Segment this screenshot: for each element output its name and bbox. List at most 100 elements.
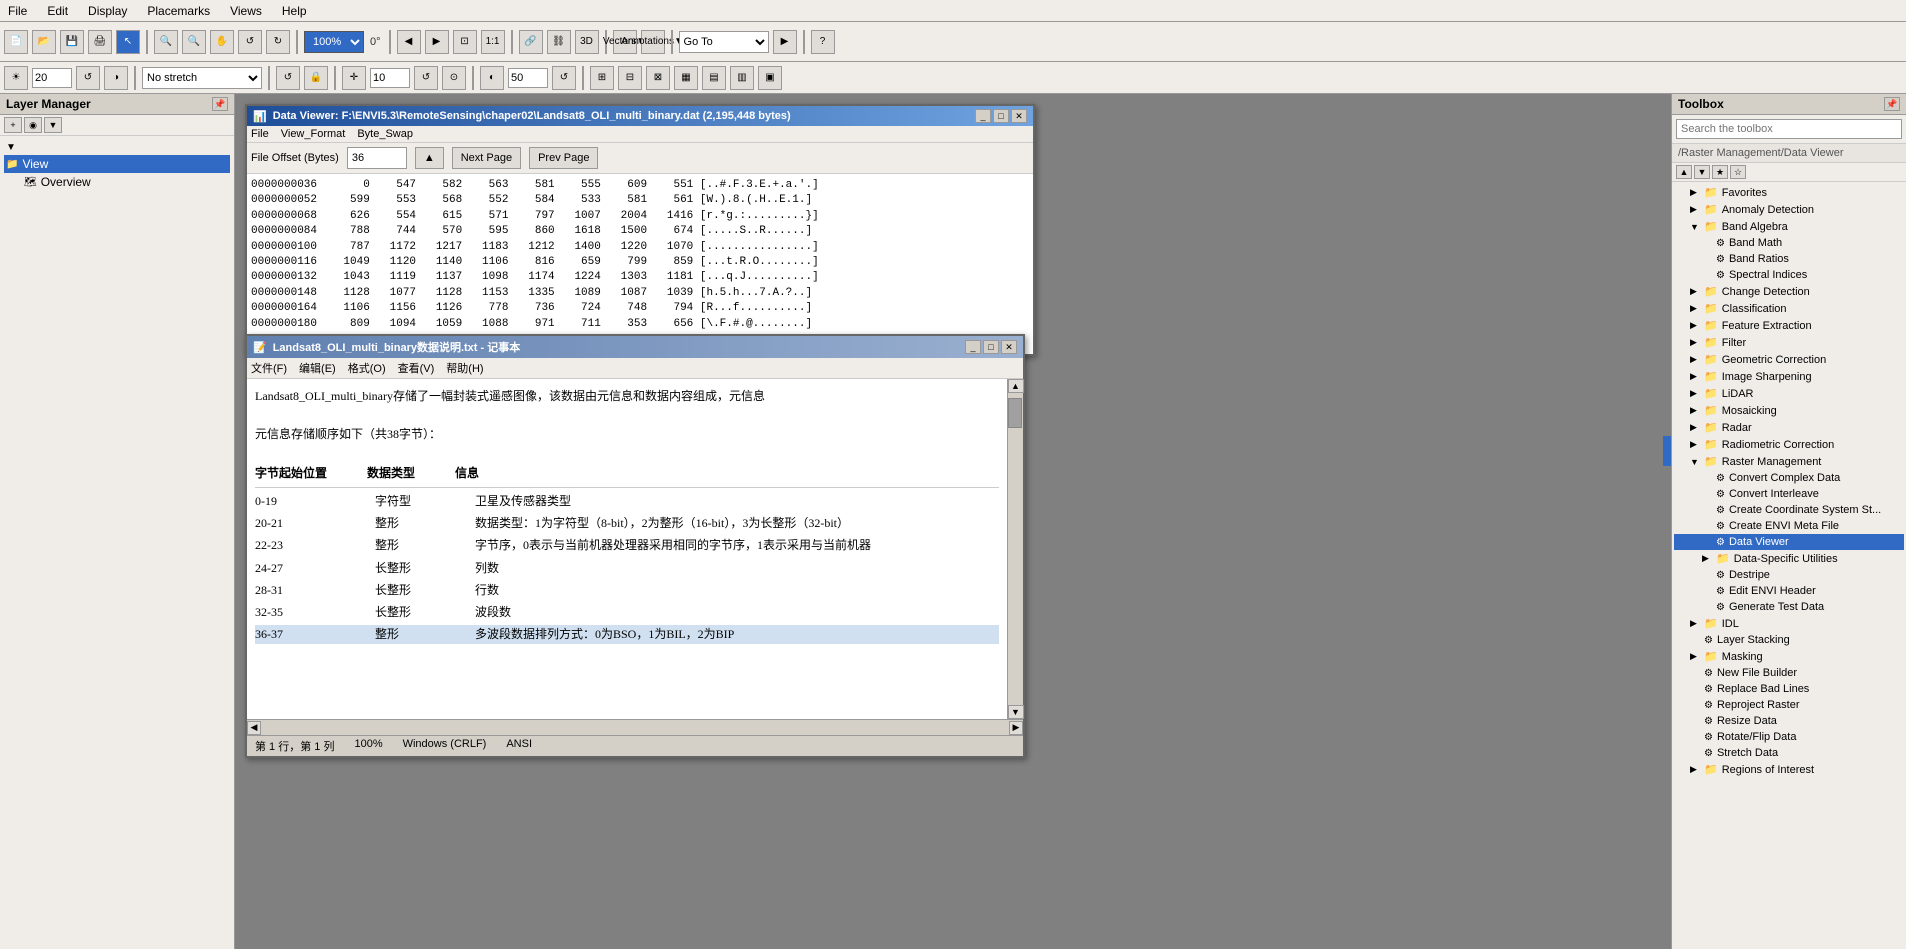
- notepad-content[interactable]: Landsat8_OLI_multi_binary存储了一幅封装式遥感图像，该数…: [247, 379, 1007, 719]
- toolbox-band-math[interactable]: ⚙ Band Math: [1674, 235, 1904, 251]
- offset-input[interactable]: [347, 147, 407, 169]
- cursor-btn[interactable]: ↖: [116, 30, 140, 54]
- view3d-btn[interactable]: 3D: [575, 30, 599, 54]
- data-viewer-close[interactable]: ✕: [1011, 109, 1027, 123]
- toolbox-filter[interactable]: ▶ 📁 Filter: [1674, 334, 1904, 351]
- toolbox-convert-interleave[interactable]: ⚙ Convert Interleave: [1674, 486, 1904, 502]
- prev-page-btn[interactable]: Prev Page: [529, 147, 598, 169]
- notepad-minimize[interactable]: _: [965, 340, 981, 354]
- hscroll-right-btn[interactable]: ▶: [1009, 721, 1023, 735]
- goto-btn[interactable]: ▶: [773, 30, 797, 54]
- toolbox-change-detection[interactable]: ▶ 📁 Change Detection: [1674, 283, 1904, 300]
- zoom-out-btn[interactable]: 🔍: [182, 30, 206, 54]
- toolbox-reproject-raster[interactable]: ⚙ Reproject Raster: [1674, 697, 1904, 713]
- toolbox-roi[interactable]: ▶ 📁 Regions of Interest: [1674, 761, 1904, 778]
- layer-toggle-btn[interactable]: ◉: [24, 117, 42, 133]
- opacity-btn[interactable]: ◐: [480, 66, 504, 90]
- toolbox-nav-down[interactable]: ▼: [1694, 165, 1710, 179]
- menu-edit[interactable]: Edit: [43, 2, 72, 20]
- toolbox-mosaicking[interactable]: ▶ 📁 Mosaicking: [1674, 402, 1904, 419]
- menu-help[interactable]: Help: [278, 2, 311, 20]
- toolbox-layer-stacking[interactable]: ⚙ Layer Stacking: [1674, 632, 1904, 648]
- dv-menu-byteswap[interactable]: Byte_Swap: [357, 128, 413, 140]
- toolbox-raster-mgmt[interactable]: ▼ 📁 Raster Management: [1674, 453, 1904, 470]
- menu-file[interactable]: File: [4, 2, 31, 20]
- toolbox-generate-test[interactable]: ⚙ Generate Test Data: [1674, 599, 1904, 615]
- tree-collapse-all[interactable]: ▼: [4, 140, 230, 155]
- data-viewer-maximize[interactable]: □: [993, 109, 1009, 123]
- help-icon-btn[interactable]: ?: [811, 30, 835, 54]
- toolbox-pin[interactable]: 📌: [1884, 97, 1900, 111]
- data-viewer-titlebar[interactable]: 📊 Data Viewer: F:\ENVI5.3\RemoteSensing\…: [247, 106, 1033, 126]
- rotate-right-btn[interactable]: ↻: [266, 30, 290, 54]
- toolbox-nav-up[interactable]: ▲: [1676, 165, 1692, 179]
- opacity-input[interactable]: 50: [508, 68, 548, 88]
- annotations-btn[interactable]: Annotations ▼: [641, 30, 665, 54]
- toolbox-replace-bad-lines[interactable]: ⚙ Replace Bad Lines: [1674, 681, 1904, 697]
- toolbox-anomaly[interactable]: ▶ 📁 Anomaly Detection: [1674, 201, 1904, 218]
- np-menu-help[interactable]: 帮助(H): [446, 360, 483, 376]
- toolbox-idl[interactable]: ▶ 📁 IDL: [1674, 615, 1904, 632]
- notepad-titlebar[interactable]: 📝 Landsat8_OLI_multi_binary数据说明.txt - 记事…: [247, 336, 1023, 358]
- notepad-maximize[interactable]: □: [983, 340, 999, 354]
- toolbox-classification[interactable]: ▶ 📁 Classification: [1674, 300, 1904, 317]
- notepad-hscrollbar[interactable]: ◀ ▶: [247, 719, 1023, 735]
- toolbox-masking[interactable]: ▶ 📁 Masking: [1674, 648, 1904, 665]
- refresh4-btn[interactable]: ↺: [552, 66, 576, 90]
- zoom-100-btn[interactable]: 1:1: [481, 30, 505, 54]
- toolbox-favorites[interactable]: ▶ 📁 Favorites: [1674, 184, 1904, 201]
- tree-overview-item[interactable]: 🗺 Overview: [4, 173, 230, 191]
- np-menu-format[interactable]: 格式(O): [348, 360, 386, 376]
- next-view-btn[interactable]: ▶: [425, 30, 449, 54]
- layout-btn7[interactable]: ▣: [758, 66, 782, 90]
- toolbox-band-algebra[interactable]: ▼ 📁 Band Algebra: [1674, 218, 1904, 235]
- refresh3-btn[interactable]: ↺: [414, 66, 438, 90]
- tree-view-item[interactable]: 📁 View: [4, 155, 230, 173]
- toolbox-geometric-correction[interactable]: ▶ 📁 Geometric Correction: [1674, 351, 1904, 368]
- link-btn[interactable]: 🔗: [519, 30, 543, 54]
- np-menu-view[interactable]: 查看(V): [398, 360, 435, 376]
- layout-btn3[interactable]: ⊠: [646, 66, 670, 90]
- zoom-fit-btn[interactable]: ⊡: [453, 30, 477, 54]
- print-btn[interactable]: 🖨: [88, 30, 112, 54]
- brightness-btn[interactable]: ☀: [4, 66, 28, 90]
- dv-menu-file[interactable]: File: [251, 128, 269, 140]
- menu-placemarks[interactable]: Placemarks: [143, 2, 214, 20]
- refresh-btn[interactable]: ↺: [76, 66, 100, 90]
- rotate-left-btn[interactable]: ↺: [238, 30, 262, 54]
- toolbox-spectral-indices[interactable]: ⚙ Spectral Indices: [1674, 267, 1904, 283]
- unlink-btn[interactable]: ⛓: [547, 30, 571, 54]
- zoom-dropdown[interactable]: 100%: [304, 31, 364, 53]
- toolbox-create-coord[interactable]: ⚙ Create Coordinate System St...: [1674, 502, 1904, 518]
- scroll-up-btn[interactable]: ▲: [1008, 379, 1024, 393]
- zoom-input[interactable]: 10: [370, 68, 410, 88]
- main-scroll-indicator[interactable]: [1663, 436, 1671, 466]
- toolbox-destripe[interactable]: ⚙ Destripe: [1674, 567, 1904, 583]
- refresh2-btn[interactable]: ↺: [276, 66, 300, 90]
- menu-views[interactable]: Views: [226, 2, 266, 20]
- stretch-select[interactable]: No stretch: [142, 67, 262, 89]
- dv-menu-viewformat[interactable]: View_Format: [281, 128, 346, 140]
- layout-btn4[interactable]: ▦: [674, 66, 698, 90]
- offset-spin-up[interactable]: ▲: [415, 147, 444, 169]
- toolbox-resize-data[interactable]: ⚙ Resize Data: [1674, 713, 1904, 729]
- toolbox-image-sharpening[interactable]: ▶ 📁 Image Sharpening: [1674, 368, 1904, 385]
- scroll-down-btn[interactable]: ▼: [1008, 705, 1024, 719]
- toolbox-edit-envi-header[interactable]: ⚙ Edit ENVI Header: [1674, 583, 1904, 599]
- data-viewer-minimize[interactable]: _: [975, 109, 991, 123]
- prev-view-btn[interactable]: ◀: [397, 30, 421, 54]
- toolbox-data-specific[interactable]: ▶ 📁 Data-Specific Utilities: [1674, 550, 1904, 567]
- brightness-input[interactable]: 20: [32, 68, 72, 88]
- toolbox-convert-complex[interactable]: ⚙ Convert Complex Data: [1674, 470, 1904, 486]
- toolbox-new-file-builder[interactable]: ⚙ New File Builder: [1674, 665, 1904, 681]
- scroll-thumb[interactable]: [1008, 398, 1022, 428]
- toolbox-band-ratios[interactable]: ⚙ Band Ratios: [1674, 251, 1904, 267]
- layout-btn1[interactable]: ⊞: [590, 66, 614, 90]
- reset-btn[interactable]: ⊙: [442, 66, 466, 90]
- layer-manager-pin[interactable]: 📌: [212, 97, 228, 111]
- layer-add-btn[interactable]: +: [4, 117, 22, 133]
- lock-btn[interactable]: 🔒: [304, 66, 328, 90]
- open-btn[interactable]: 📂: [32, 30, 56, 54]
- toolbox-nav-star2[interactable]: ☆: [1730, 165, 1746, 179]
- toolbox-rotate-flip[interactable]: ⚙ Rotate/Flip Data: [1674, 729, 1904, 745]
